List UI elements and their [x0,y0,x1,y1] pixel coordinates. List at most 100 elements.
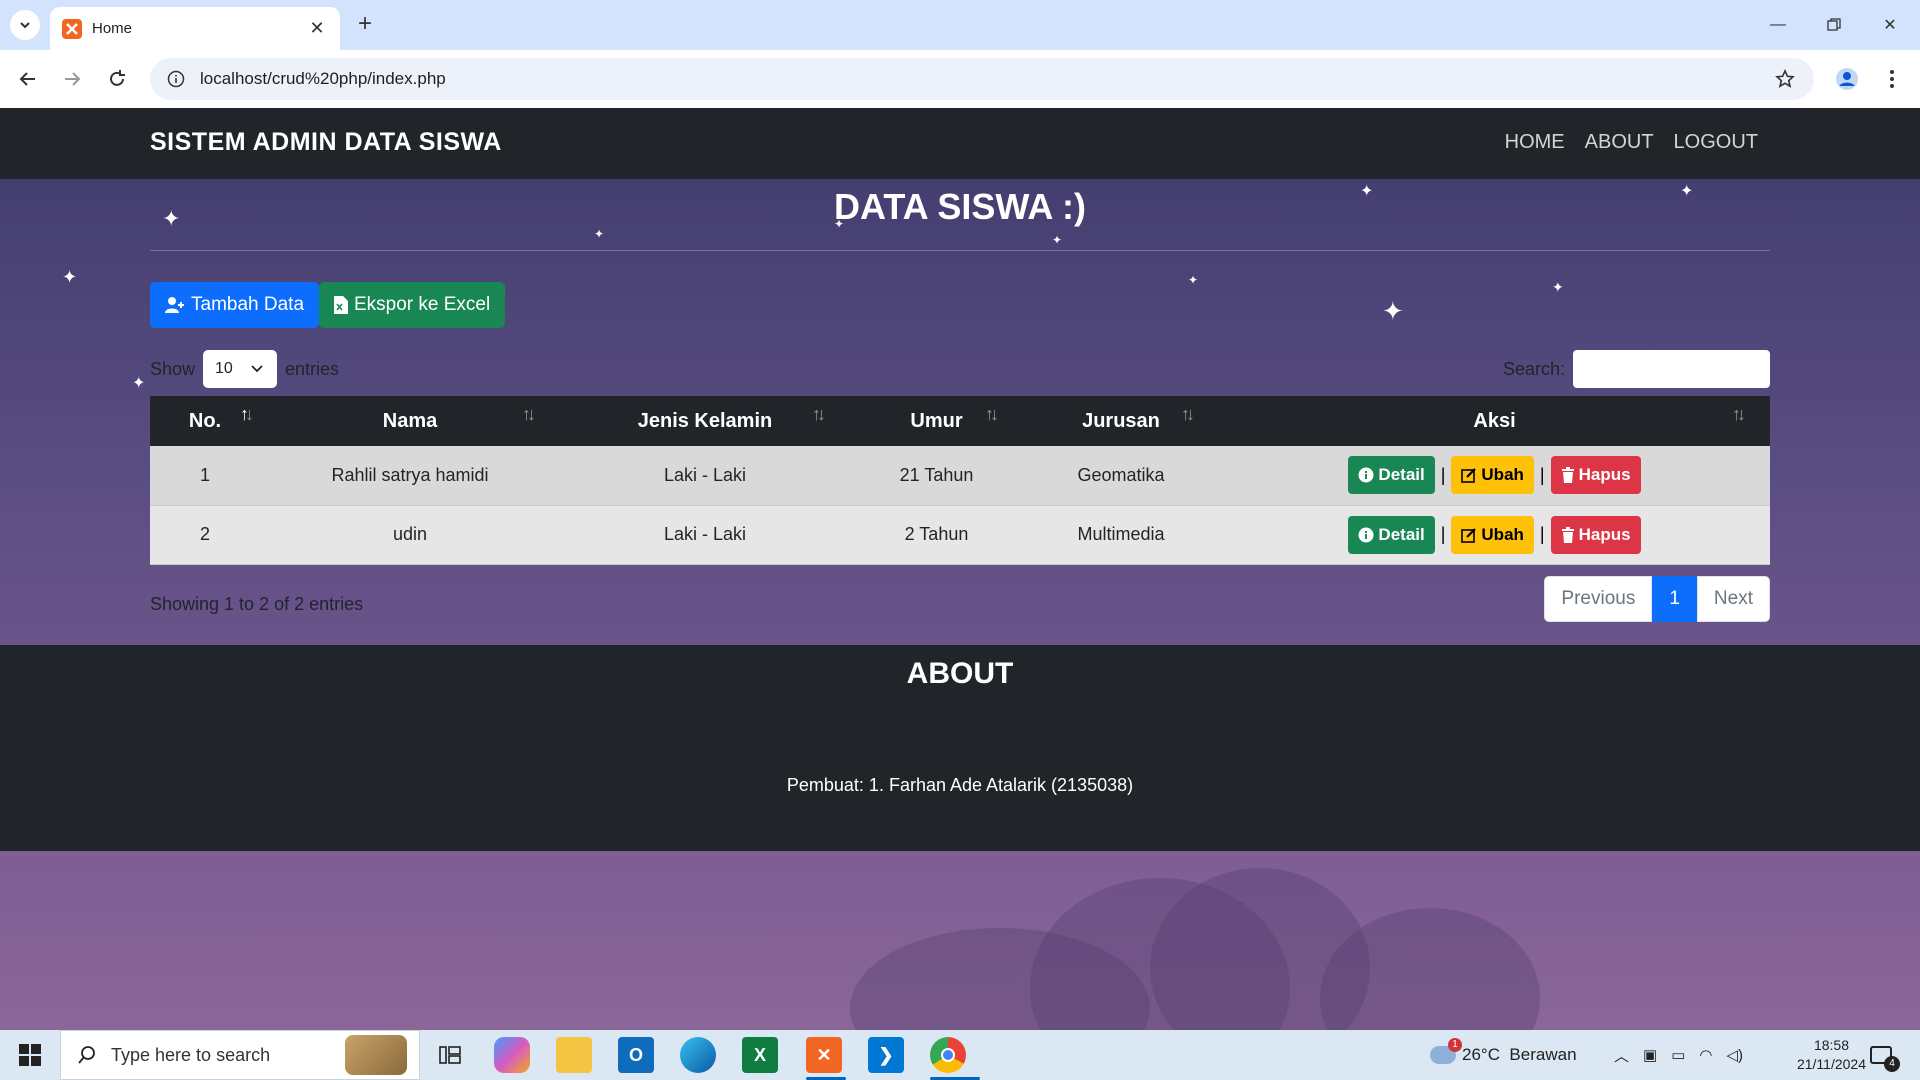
vscode-app-icon[interactable]: ❯ [868,1037,904,1073]
sort-icon: ↑↓ [522,404,536,424]
xampp-app-icon[interactable]: ✕ [806,1037,842,1073]
page-1-button[interactable]: 1 [1652,576,1697,622]
excel-app-icon[interactable]: X [742,1037,778,1073]
column-label: No. [188,409,222,432]
tab-close-icon[interactable]: ✕ [306,18,328,39]
table-search-control: Search: [1503,350,1770,388]
column-header-umur[interactable]: Umur ↑↓ [850,396,1023,446]
edit-icon [1461,468,1477,484]
title-divider [150,250,1770,251]
column-header-jenis-kelamin[interactable]: Jenis Kelamin ↑↓ [560,396,850,446]
close-window-icon[interactable]: ✕ [1870,10,1910,40]
profile-avatar-icon[interactable] [1831,63,1863,95]
notification-center-icon[interactable]: 4 [1870,1030,1900,1080]
back-button[interactable] [12,63,44,95]
column-label: Umur [910,409,963,432]
sort-icon: ↑↓ [985,404,999,424]
taskbar-clock[interactable]: 18:58 21/11/2024 [1797,1036,1866,1074]
windows-start-button[interactable] [10,1038,50,1072]
volume-icon[interactable]: ◁) [1726,1046,1743,1064]
star-decoration-icon: ✦ [1188,273,1199,287]
meet-now-icon[interactable]: ▣ [1643,1046,1657,1064]
table-header-row: No. ↑↓ Nama ↑↓ Jenis Kelamin ↑↓ Umur ↑↓ … [150,396,1770,446]
minimize-icon[interactable]: — [1758,10,1798,40]
address-bar[interactable]: localhost/crud%20php/index.php [150,58,1814,100]
nav-about-link[interactable]: ABOUT [1585,131,1654,154]
star-decoration-icon: ✦ [1552,279,1564,295]
browser-tab-home[interactable]: Home ✕ [50,7,340,50]
arrow-left-icon [19,72,35,86]
taskbar-search-box[interactable]: Type here to search [60,1030,420,1080]
new-tab-button[interactable]: + [352,11,378,37]
about-title: ABOUT [906,657,1014,690]
cell-nama: udin [260,505,560,565]
cell-umur: 21 Tahun [850,446,1023,506]
export-excel-button[interactable]: Ekspor ke Excel [319,282,506,328]
edge-app-icon[interactable] [680,1037,716,1073]
cell-no: 1 [150,446,260,506]
tab-title: Home [92,20,133,37]
outlook-app-icon[interactable]: O [618,1037,654,1073]
taskbar-search-placeholder: Type here to search [111,1044,271,1065]
weather-alert-badge: 1 [1448,1038,1462,1052]
star-decoration-icon: ✦ [62,267,78,287]
column-header-no[interactable]: No. ↑↓ [150,396,260,446]
battery-icon[interactable]: ▭ [1671,1046,1685,1064]
previous-page-button[interactable]: Previous [1544,576,1653,622]
table-row: 2 udin Laki - Laki 2 Tahun Multimedia De… [150,505,1770,565]
reload-button[interactable] [101,63,133,95]
next-page-button[interactable]: Next [1696,576,1770,622]
add-data-label: Tambah Data [191,294,305,315]
clock-date: 21/11/2024 [1796,1056,1866,1072]
page-length-select[interactable]: 10 [203,350,278,388]
delete-button[interactable]: Hapus [1550,456,1641,495]
students-table: No. ↑↓ Nama ↑↓ Jenis Kelamin ↑↓ Umur ↑↓ … [150,396,1770,565]
column-header-jurusan[interactable]: Jurusan ↑↓ [1023,396,1219,446]
edit-button[interactable]: Ubah [1451,456,1534,495]
column-header-nama[interactable]: Nama ↑↓ [260,396,560,446]
cell-jurusan: Geomatika [1023,446,1219,506]
url-text[interactable]: localhost/crud%20php/index.php [200,69,1770,89]
site-brand[interactable]: SISTEM ADMIN DATA SISWA [150,128,502,157]
action-separator: | [1539,464,1545,485]
search-icon [78,1046,95,1064]
column-label: Nama [382,409,438,432]
tab-search-button[interactable] [10,10,40,40]
xampp-favicon-icon [62,18,82,39]
file-excel-icon [334,296,348,314]
nav-home-link[interactable]: HOME [1505,131,1565,154]
restore-icon[interactable] [1814,10,1854,40]
windows-logo-icon [19,1044,41,1066]
sort-icon: ↑↓ [812,404,826,424]
delete-button[interactable]: Hapus [1550,515,1641,554]
site-info-icon[interactable] [164,67,188,91]
star-decoration-icon: ✦ [1052,233,1063,247]
column-label: Jurusan [1082,409,1160,432]
notification-count: 4 [1884,1056,1900,1072]
edit-button[interactable]: Ubah [1451,515,1534,554]
site-navbar: SISTEM ADMIN DATA SISWA HOME ABOUT LOGOU… [0,108,1920,179]
chrome-app-icon[interactable] [930,1037,966,1073]
forward-button[interactable] [56,63,88,95]
bookmark-star-icon[interactable] [1770,64,1800,94]
task-view-icon[interactable] [432,1037,468,1073]
detail-button[interactable]: Detail [1348,456,1435,495]
star-decoration-icon: ✦ [594,227,605,241]
detail-button[interactable]: Detail [1348,515,1435,554]
browser-menu-icon[interactable] [1876,63,1908,95]
copilot-app-icon[interactable] [494,1037,530,1073]
weather-widget[interactable]: 1 26°C Berawan [1430,1030,1577,1080]
info-circle-icon [1358,527,1374,542]
action-separator: | [1440,524,1446,544]
table-search-input[interactable] [1573,350,1770,388]
action-separator: | [1539,524,1545,544]
star-decoration-icon: ✦ [1382,296,1404,326]
wifi-icon[interactable]: ◠ [1699,1046,1712,1064]
edit-label: Ubah [1481,465,1524,485]
nav-logout-link[interactable]: LOGOUT [1674,131,1758,154]
pagination: Previous 1 Next [1544,576,1770,622]
add-data-button[interactable]: Tambah Data [150,282,320,328]
file-explorer-app-icon[interactable] [556,1037,592,1073]
column-header-aksi[interactable]: Aksi ↑↓ [1219,396,1770,446]
chevron-up-icon[interactable]: ︿ [1614,1045,1629,1066]
